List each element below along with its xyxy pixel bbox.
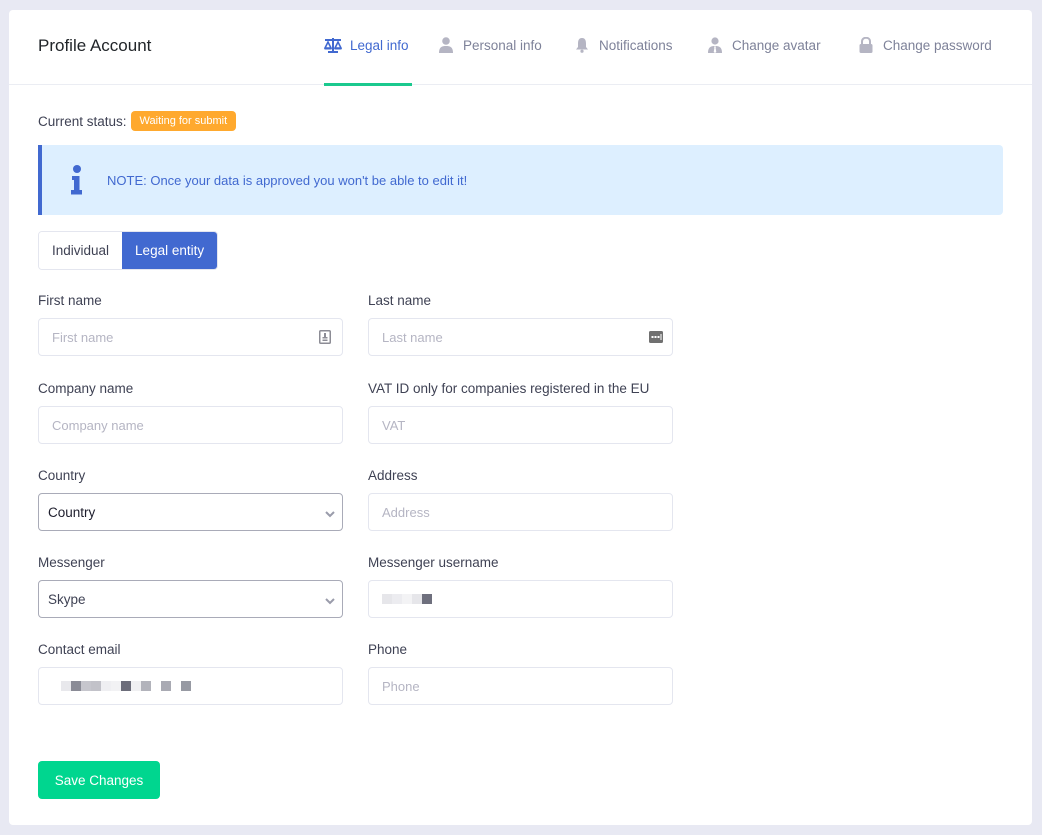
- address-field: Address: [368, 466, 673, 531]
- page-title: Profile Account: [38, 36, 152, 55]
- country-field: Country Country: [38, 466, 343, 531]
- redacted-value: [39, 681, 191, 691]
- company-name-label: Company name: [38, 381, 134, 396]
- profile-card: Profile Account Legal info Personal info…: [9, 10, 1032, 825]
- country-label: Country: [38, 468, 86, 483]
- vat-label: VAT ID only for companies registered in …: [368, 381, 650, 396]
- note-text: NOTE: Once your data is approved you won…: [107, 172, 468, 188]
- tab-change-avatar[interactable]: Change avatar: [706, 10, 832, 85]
- contact-email-field: Contact email: [38, 640, 343, 705]
- address-label: Address: [368, 468, 418, 483]
- phone-input[interactable]: [369, 668, 672, 704]
- redacted-value: [369, 594, 432, 604]
- messenger-selected: Skype: [48, 591, 86, 607]
- bell-icon: [573, 36, 591, 54]
- company-name-box: [38, 406, 343, 444]
- company-name-input[interactable]: [39, 407, 342, 443]
- last-name-box: [368, 318, 673, 356]
- card-header: Profile Account Legal info Personal info…: [9, 10, 1032, 86]
- company-name-field: Company name: [38, 379, 343, 444]
- tab-legal-info[interactable]: Legal info: [324, 10, 412, 86]
- contact-email-label: Contact email: [38, 642, 121, 657]
- password-manager-icon[interactable]: [649, 330, 663, 344]
- tab-label: Personal info: [463, 37, 542, 53]
- address-input[interactable]: [369, 494, 672, 530]
- phone-field: Phone: [368, 640, 673, 705]
- tab-personal-info[interactable]: Personal info: [437, 10, 548, 85]
- note-alert: NOTE: Once your data is approved you won…: [38, 145, 1003, 215]
- legal-entity-option[interactable]: Legal entity: [122, 232, 218, 269]
- tab-change-password[interactable]: Change password: [857, 10, 1003, 85]
- messenger-field: Messenger Skype: [38, 553, 343, 618]
- status-label: Current status:: [38, 113, 127, 129]
- contact-card-icon[interactable]: [319, 330, 333, 344]
- vat-input[interactable]: [369, 407, 672, 443]
- user-icon: [437, 36, 455, 54]
- phone-box: [368, 667, 673, 705]
- first-name-input[interactable]: [39, 319, 342, 355]
- individual-option[interactable]: Individual: [39, 232, 123, 269]
- tab-label: Notifications: [599, 37, 673, 53]
- info-icon: [66, 160, 88, 200]
- messenger-username-label: Messenger username: [368, 555, 499, 570]
- tab-label: Change password: [883, 37, 992, 53]
- contact-email-input[interactable]: [38, 667, 343, 705]
- last-name-label: Last name: [368, 293, 432, 308]
- messenger-username-field: Messenger username: [368, 553, 673, 618]
- last-name-input[interactable]: [369, 319, 672, 355]
- tab-notifications[interactable]: Notifications: [573, 10, 681, 85]
- last-name-field: Last name: [368, 291, 673, 356]
- user-tie-icon: [706, 36, 724, 54]
- current-status: Current status: Waiting for submit: [38, 111, 237, 131]
- first-name-box: [38, 318, 343, 356]
- address-box: [368, 493, 673, 531]
- messenger-username-input[interactable]: [368, 580, 673, 618]
- lock-icon: [857, 36, 875, 54]
- status-badge: Waiting for submit: [130, 111, 237, 131]
- country-selected: Country: [48, 504, 96, 520]
- messenger-label: Messenger: [38, 555, 105, 570]
- chevron-down-icon: [324, 593, 336, 611]
- vat-box: [368, 406, 673, 444]
- chevron-down-icon: [324, 506, 336, 524]
- save-changes-button[interactable]: Save Changes: [38, 761, 160, 799]
- tab-label: Legal info: [350, 37, 409, 53]
- entity-type-toggle: Individual Legal entity: [38, 231, 219, 270]
- messenger-select[interactable]: Skype: [38, 580, 343, 618]
- profile-tabs: Legal info Personal info Notifications C…: [324, 10, 1003, 86]
- country-select[interactable]: Country: [38, 493, 343, 531]
- tab-label: Change avatar: [732, 37, 821, 53]
- first-name-label: First name: [38, 293, 102, 308]
- phone-label: Phone: [368, 642, 408, 657]
- scale-icon: [324, 36, 342, 54]
- first-name-field: First name: [38, 291, 343, 356]
- vat-field: VAT ID only for companies registered in …: [368, 379, 688, 444]
